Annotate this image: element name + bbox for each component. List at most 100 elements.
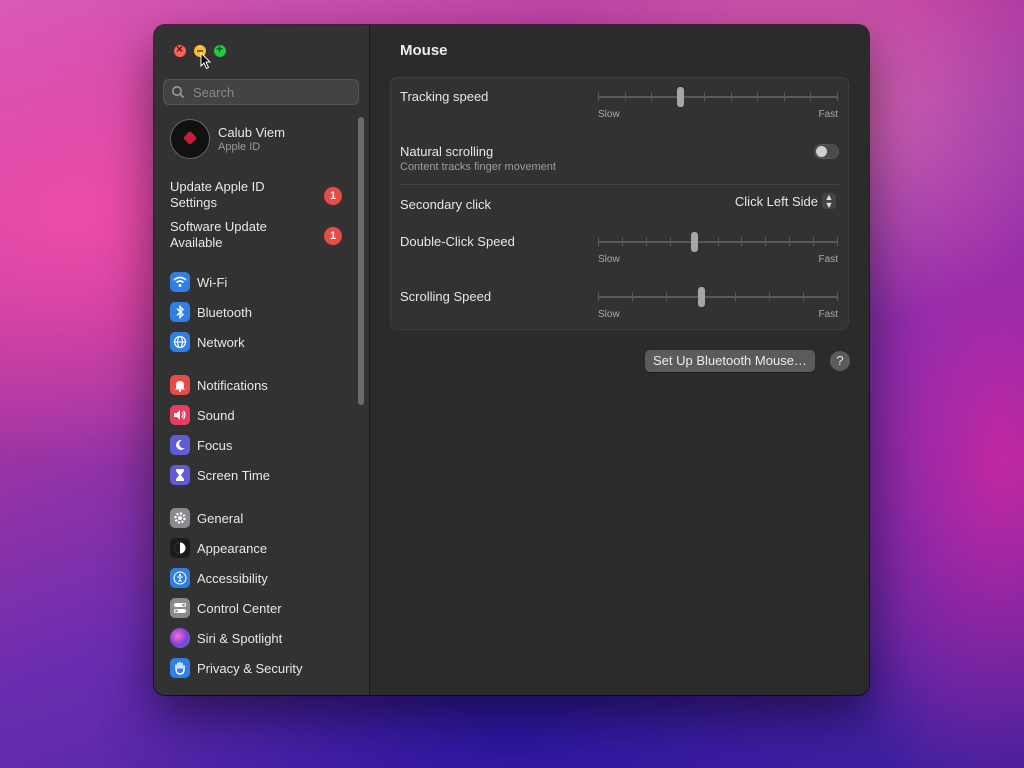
appearance-icon	[170, 538, 190, 558]
slider-tick	[735, 292, 736, 301]
secondary-click-label: Secondary click	[400, 197, 492, 212]
slider-thumb[interactable]	[698, 287, 705, 307]
sidebar-item-screen-time[interactable]: Screen Time	[170, 464, 270, 486]
chevron-up-down-icon: ▲ ▼	[822, 193, 836, 210]
zoom-button[interactable]	[214, 42, 226, 57]
setup-bluetooth-mouse-button[interactable]: Set Up Bluetooth Mouse…	[645, 350, 815, 372]
mouse-settings-panel: Tracking speed Slow Fast Natural scrolli…	[390, 77, 849, 330]
sidebar-item-label: Screen Time	[197, 467, 270, 483]
wifi-icon	[170, 272, 190, 292]
close-button[interactable]	[174, 42, 186, 57]
slider-tick	[718, 237, 719, 246]
search-field[interactable]	[163, 79, 359, 105]
secondary-click-value: Click Left Side	[734, 193, 818, 209]
page-title: Mouse	[400, 42, 448, 59]
profile-subtitle: Apple ID	[218, 141, 261, 153]
sidebar-item-accessibility[interactable]: Accessibility	[170, 567, 268, 589]
sidebar-item-label: Siri & Spotlight	[197, 630, 283, 646]
slider-max-label: Fast	[818, 254, 838, 265]
scrolling-speed-slider[interactable]: Slow Fast	[598, 287, 838, 320]
moon-icon	[170, 435, 190, 455]
slider-tick	[757, 92, 758, 101]
sidebar-scrollbar[interactable]	[358, 117, 364, 405]
accessibility-icon	[170, 568, 190, 588]
slider-tick	[837, 237, 838, 246]
alert-update-apple-id[interactable]: Update Apple ID Settings 1	[170, 179, 360, 211]
natural-scrolling-label: Natural scrolling	[400, 144, 494, 159]
slider-tick	[731, 92, 732, 101]
sidebar-item-label: Privacy & Security	[197, 660, 303, 676]
sidebar-item-label: Control Center	[197, 600, 282, 616]
hand-icon	[170, 658, 190, 678]
slider-tick	[625, 92, 626, 101]
sidebar-item-wifi[interactable]: Wi-Fi	[170, 271, 227, 293]
slider-tick	[651, 92, 652, 101]
slider-max-label: Fast	[818, 309, 838, 320]
sidebar-item-appearance[interactable]: Appearance	[170, 537, 267, 559]
apple-id-profile[interactable]: Calub Viem Apple ID	[170, 119, 285, 159]
slider-tick	[810, 92, 811, 101]
slider-tick	[769, 292, 770, 301]
globe-icon	[170, 332, 190, 352]
alert-label: Software Update Available	[170, 219, 267, 250]
slider-tick	[784, 92, 785, 101]
sidebar-item-siri-spotlight[interactable]: Siri & Spotlight	[170, 627, 282, 649]
sidebar-item-label: Accessibility	[197, 570, 268, 586]
sidebar-item-privacy-security[interactable]: Privacy & Security	[170, 657, 302, 679]
control-center-icon	[170, 598, 190, 618]
bluetooth-icon	[170, 302, 190, 322]
hourglass-icon	[170, 465, 190, 485]
sidebar-item-label: General	[197, 510, 244, 526]
speaker-icon	[170, 405, 190, 425]
help-button[interactable]: ?	[830, 351, 850, 371]
search-icon	[172, 86, 185, 99]
alert-badge: 1	[324, 187, 342, 205]
alert-label: Update Apple ID Settings	[170, 179, 265, 210]
slider-tick	[622, 237, 623, 246]
sidebar-item-label: Notifications	[197, 377, 268, 393]
slider-tick	[813, 237, 814, 246]
slider-tick	[646, 237, 647, 246]
slider-tick	[837, 92, 838, 101]
tracking-speed-slider[interactable]: Slow Fast	[598, 87, 838, 120]
main-pane: Mouse Tracking speed Slow Fast Natural s…	[370, 25, 869, 695]
slider-thumb[interactable]	[677, 87, 684, 107]
tracking-speed-label: Tracking speed	[400, 89, 489, 104]
alert-badge: 1	[324, 227, 342, 245]
slider-tick	[704, 92, 705, 101]
slider-tick	[803, 292, 804, 301]
sidebar-item-general[interactable]: General	[170, 507, 243, 529]
sidebar-item-bluetooth[interactable]: Bluetooth	[170, 301, 252, 323]
slider-tick	[789, 237, 790, 246]
slider-thumb[interactable]	[691, 232, 698, 252]
sidebar-item-sound[interactable]: Sound	[170, 404, 235, 426]
siri-icon	[170, 628, 190, 648]
sidebar-item-notifications[interactable]: Notifications	[170, 374, 268, 396]
sidebar-item-label: Bluetooth	[197, 304, 252, 320]
sidebar-item-label: Sound	[197, 407, 235, 423]
double-click-speed-slider[interactable]: Slow Fast	[598, 232, 838, 265]
secondary-click-popup[interactable]: Click Left Side ▲ ▼	[734, 193, 836, 210]
slider-min-label: Slow	[598, 109, 620, 120]
double-click-speed-label: Double-Click Speed	[400, 234, 515, 249]
slider-tick	[632, 292, 633, 301]
mouse-pointer-icon	[200, 52, 212, 70]
slider-tick	[670, 237, 671, 246]
sidebar-item-focus[interactable]: Focus	[170, 434, 232, 456]
slider-tick	[765, 237, 766, 246]
avatar	[170, 119, 210, 159]
slider-tick	[837, 292, 838, 301]
natural-scrolling-description: Content tracks finger movement	[400, 161, 556, 173]
slider-track	[598, 296, 838, 298]
alert-software-update[interactable]: Software Update Available 1	[170, 219, 360, 251]
slider-track	[598, 96, 838, 98]
gear-icon	[170, 508, 190, 528]
sidebar-item-network[interactable]: Network	[170, 331, 245, 353]
search-input[interactable]	[191, 83, 355, 101]
slider-tick	[666, 292, 667, 301]
divider	[400, 184, 839, 185]
natural-scrolling-toggle[interactable]	[814, 144, 839, 159]
sidebar-item-label: Appearance	[197, 540, 268, 556]
sidebar-item-control-center[interactable]: Control Center	[170, 597, 282, 619]
scrolling-speed-label: Scrolling Speed	[400, 289, 492, 304]
